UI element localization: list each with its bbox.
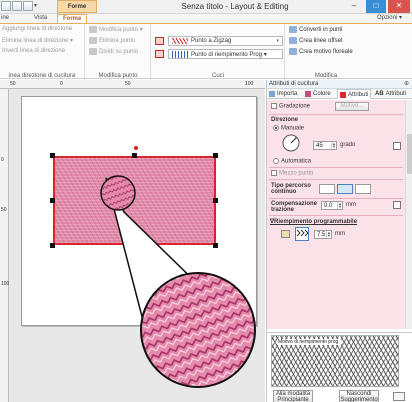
spinner-arrows-icon[interactable]: ▲ ▼ <box>326 231 331 238</box>
panel-tabs: Importa Colore Attributi AB Attributi <box>267 89 412 99</box>
separator <box>269 215 403 216</box>
hide-hint-button[interactable]: Nascondi Suggerimento <box>339 390 379 402</box>
magnifier-lens <box>100 175 136 211</box>
apply-compensation-icon[interactable] <box>393 201 401 209</box>
panel-title: Attributi di cucitura ⊕ <box>267 80 412 89</box>
angle-input[interactable]: 45 ▲ ▼ <box>313 141 337 150</box>
radio-icon <box>273 158 279 164</box>
text-attributes-icon: AB <box>375 91 384 97</box>
beginner-mode-button[interactable]: Alla modalità Principiante <box>273 390 313 402</box>
half-stitch-checkbox[interactable]: Mezzo punto <box>271 170 313 177</box>
checkbox-icon <box>271 170 277 176</box>
pattern-size-input[interactable]: 7.5 ▲ ▼ <box>314 230 332 239</box>
import-icon <box>269 91 275 97</box>
fill-pattern-thumbnail[interactable] <box>295 227 309 241</box>
attributes-icon <box>340 91 346 98</box>
panel-scrollbar[interactable] <box>405 100 412 329</box>
direction-dial-icon[interactable] <box>281 133 301 153</box>
sewing-attributes-panel: Attributi di cucitura ⊕ Importa Colore A… <box>266 80 412 402</box>
angle-unit: grado <box>340 142 356 148</box>
pattern-size-unit: mm <box>335 231 345 237</box>
pattern-preview-image: Motivo di riempimento prog. <box>271 335 399 387</box>
direction-heading: Direzione <box>271 117 299 123</box>
pin-icon[interactable]: ⊕ <box>404 80 409 89</box>
path-type-label: Tipo percorso continuo <box>271 183 311 195</box>
gradation-checkbox[interactable]: Gradazione <box>271 103 310 110</box>
checkbox-icon <box>271 103 277 109</box>
separator <box>269 114 403 115</box>
tab-color[interactable]: Colore <box>305 89 331 99</box>
prog-fill-heading[interactable]: ∇Riempimento programmabile <box>270 218 357 225</box>
path-type-option-2[interactable] <box>337 184 353 194</box>
pull-compensation-label: Compensazione trazione <box>271 201 318 213</box>
apply-direction-icon[interactable] <box>393 142 401 150</box>
automatic-radio[interactable]: Automatica <box>273 158 311 165</box>
help-icon[interactable] <box>393 392 405 401</box>
separator <box>269 179 403 180</box>
radio-selected-icon <box>273 125 279 131</box>
manual-radio[interactable]: Manuale <box>273 125 304 132</box>
attributes-body: Gradazione Motivo... Direzione Manuale 4… <box>267 100 405 329</box>
scroll-thumb[interactable] <box>407 134 412 174</box>
color-icon <box>305 91 311 97</box>
tab-import[interactable]: Importa <box>269 89 297 99</box>
pattern-preview-area: Motivo di riempimento prog. Alla modalit… <box>267 332 412 402</box>
spinner-arrows-icon[interactable]: ▲ ▼ <box>331 142 336 149</box>
magnified-stitch-detail <box>140 272 256 388</box>
open-pattern-icon[interactable] <box>281 230 290 238</box>
zigzag-pattern-icon <box>296 229 309 237</box>
app-window: ▾ Forme Senza titolo - Layout & Editing … <box>0 0 412 402</box>
tab-text-attributes[interactable]: AB Attributi <box>375 89 406 99</box>
path-type-option-3[interactable] <box>355 184 371 194</box>
separator <box>269 198 403 199</box>
preview-caption: Motivo di riempimento prog. <box>277 339 341 345</box>
separator <box>269 167 403 168</box>
pull-compensation-unit: mm <box>346 202 356 208</box>
tab-attributes[interactable]: Attributi <box>337 89 372 99</box>
motif-button[interactable]: Motivo... <box>335 102 369 111</box>
pull-compensation-input[interactable]: 0.0 ▲ ▼ <box>321 201 343 210</box>
spinner-arrows-icon[interactable]: ▲ ▼ <box>337 202 342 209</box>
path-type-option-1[interactable] <box>319 184 335 194</box>
